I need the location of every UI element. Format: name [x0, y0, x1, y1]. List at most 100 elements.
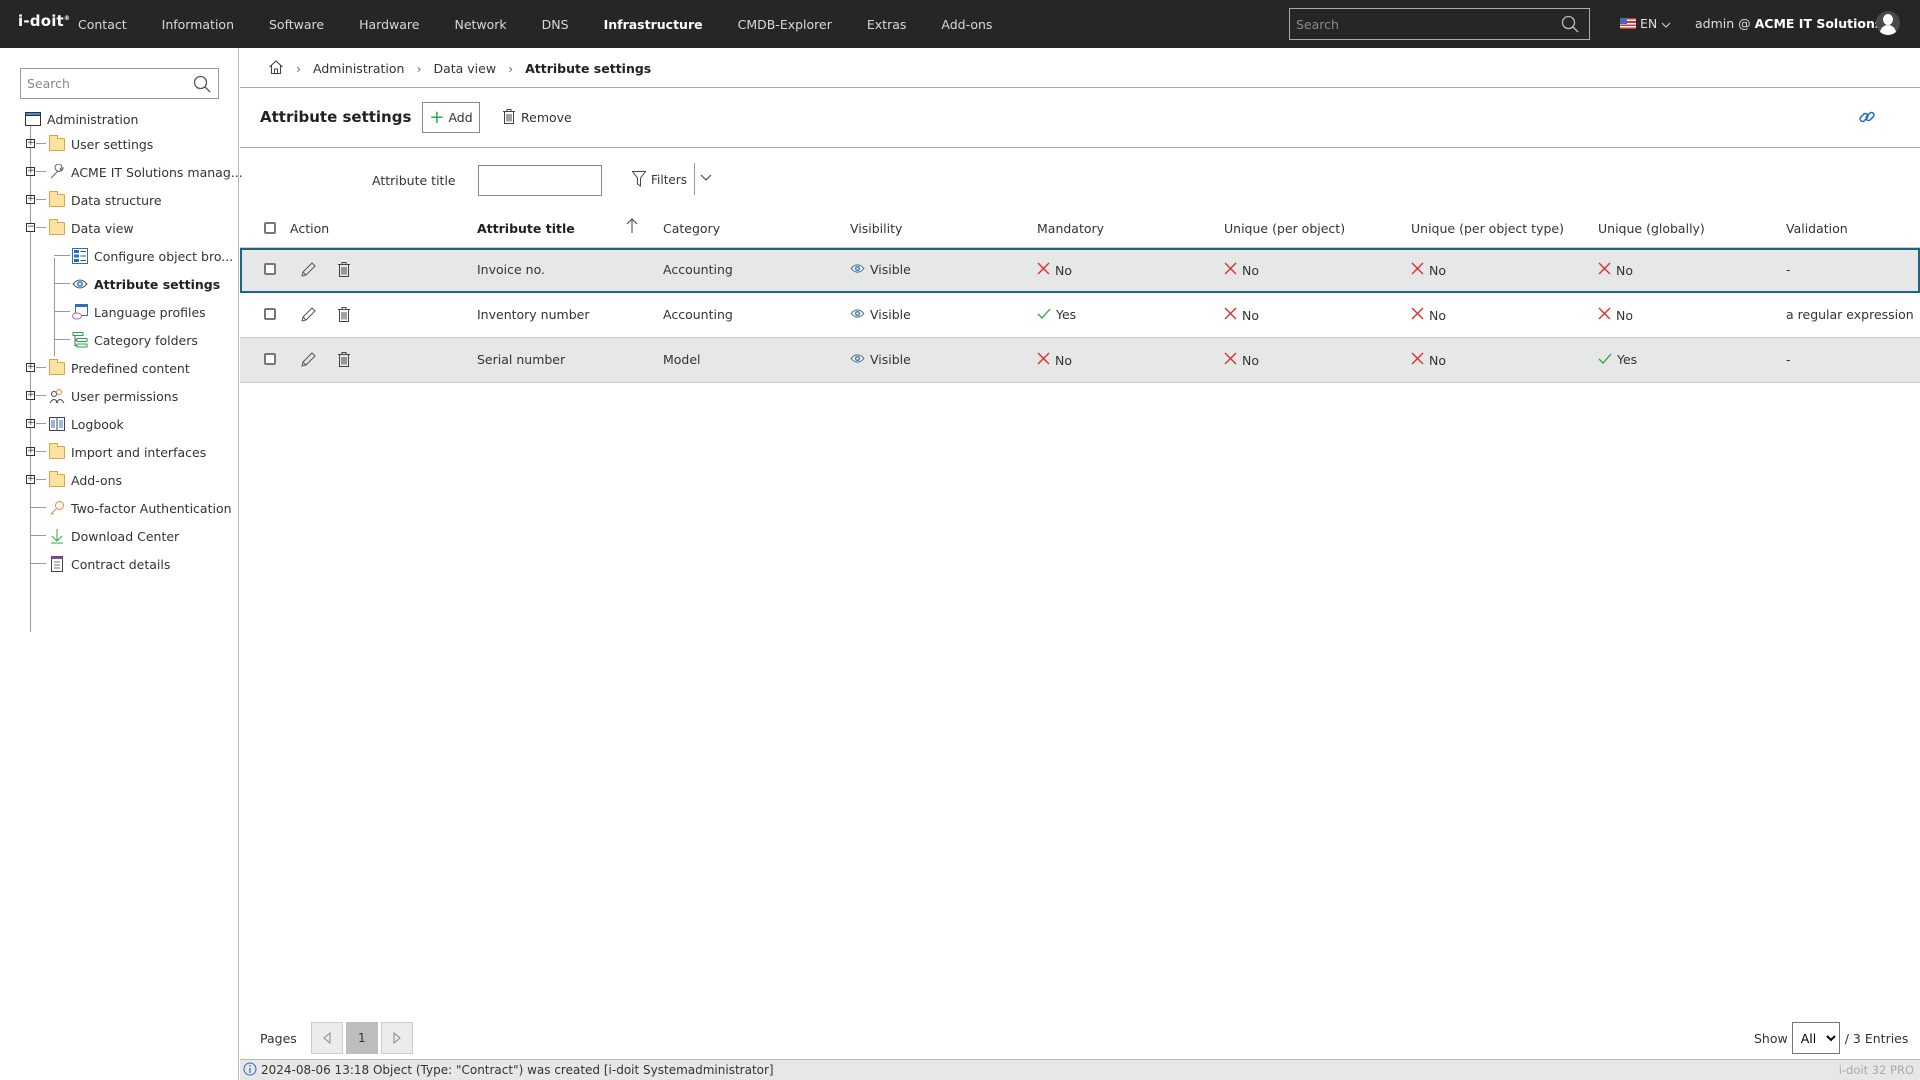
search-icon[interactable] — [193, 75, 211, 96]
nav-information[interactable]: Information — [162, 17, 234, 32]
expand-toggle[interactable]: + — [26, 447, 35, 456]
edit-icon[interactable] — [300, 262, 316, 281]
tree-item-download-center[interactable]: Download Center — [48, 525, 179, 547]
add-button[interactable]: + Add — [422, 102, 480, 133]
sort-ascending-icon[interactable] — [626, 218, 638, 237]
column-header-unique-per-object[interactable]: Unique (per object) — [1224, 221, 1345, 236]
link-icon[interactable] — [1858, 108, 1876, 129]
column-header-attribute-title[interactable]: Attribute title — [477, 221, 575, 236]
cell-visibility: Visible — [850, 262, 911, 277]
breadcrumb-data-view[interactable]: Data view — [433, 61, 496, 76]
column-header-visibility[interactable]: Visibility — [850, 221, 902, 236]
column-header-unique-globally[interactable]: Unique (globally) — [1598, 221, 1705, 236]
expand-toggle[interactable]: + — [26, 363, 35, 372]
cell-unique-per-object-type: No — [1411, 307, 1446, 323]
table-row[interactable]: Inventory number Accounting Visible Yes No No… — [240, 293, 1920, 338]
user-menu[interactable]: admin @ ACME IT Solutions — [1695, 16, 1882, 31]
row-checkbox[interactable] — [264, 308, 276, 320]
tree-item-logbook[interactable]: Logbook — [48, 413, 124, 435]
previous-page-button[interactable] — [310, 1022, 343, 1054]
edit-icon[interactable] — [300, 307, 316, 326]
breadcrumb-administration[interactable]: Administration — [313, 61, 404, 76]
tree-item-attribute-settings[interactable]: Attribute settings — [71, 273, 220, 295]
nav-infrastructure[interactable]: Infrastructure — [604, 17, 703, 32]
breadcrumb: › Administration › Data view › Attribute… — [268, 57, 651, 79]
nav-contact[interactable]: Contact — [78, 17, 127, 32]
cell-validation: - — [1786, 262, 1791, 277]
expand-toggle[interactable]: + — [26, 475, 35, 484]
avatar-icon[interactable] — [1876, 11, 1900, 35]
tree-line — [36, 143, 46, 144]
tree-line — [54, 255, 70, 256]
cross-icon — [1598, 262, 1611, 278]
nav-cmdb-explorer[interactable]: CMDB-Explorer — [738, 17, 832, 32]
nav-dns[interactable]: DNS — [542, 17, 569, 32]
folder-icon — [48, 190, 66, 208]
table-row[interactable]: Serial number Model Visible No No No Yes - — [240, 338, 1920, 383]
table-row[interactable]: Invoice no. Accounting Visible No No No No - — [240, 248, 1920, 293]
search-icon[interactable] — [1561, 15, 1579, 36]
expand-toggle[interactable]: + — [26, 139, 35, 148]
pagination: Pages 1 — [260, 1022, 416, 1054]
column-header-unique-per-object-type[interactable]: Unique (per object type) — [1411, 221, 1564, 236]
nav-hardware[interactable]: Hardware — [359, 17, 419, 32]
page-size-select[interactable]: All — [1791, 1022, 1840, 1054]
tree-root-administration[interactable]: Administration — [24, 108, 138, 130]
tree-item-two-factor-auth[interactable]: Two-factor Authentication — [48, 497, 232, 519]
collapse-toggle[interactable]: − — [26, 223, 35, 232]
nav-extras[interactable]: Extras — [867, 17, 907, 32]
sidebar-search-input[interactable] — [21, 76, 186, 91]
tree-item-language-profiles[interactable]: Language profiles — [71, 301, 206, 323]
select-all-checkbox[interactable] — [264, 222, 276, 234]
tree-item-add-ons[interactable]: Add-ons — [48, 469, 122, 491]
filters-button[interactable]: Filters — [631, 166, 687, 194]
info-icon — [243, 1062, 257, 1079]
i-doit-logo[interactable]: i-doit® — [18, 12, 70, 30]
tree-item-contract-details[interactable]: Contract details — [48, 553, 170, 575]
column-header-category[interactable]: Category — [663, 221, 720, 236]
tree-item-acme-management[interactable]: ACME IT Solutions manag... — [48, 161, 243, 183]
cell-visibility-text: Visible — [870, 352, 911, 367]
tree-item-category-folders[interactable]: Category folders — [71, 329, 198, 351]
tree-item-predefined-content[interactable]: Predefined content — [48, 357, 190, 379]
expand-toggle[interactable]: + — [26, 167, 35, 176]
status-message[interactable]: 2024-08-06 13:18 Object (Type: "Contract… — [261, 1063, 774, 1077]
home-icon[interactable] — [268, 59, 284, 78]
cross-icon — [1411, 262, 1424, 278]
language-selector[interactable]: EN — [1620, 16, 1671, 31]
cell-unique-globally-text: Yes — [1617, 352, 1638, 367]
cell-category: Accounting — [663, 307, 733, 322]
cell-unique-per-object-text: No — [1242, 352, 1259, 368]
cross-icon — [1224, 352, 1237, 368]
expand-toggle[interactable]: + — [26, 419, 35, 428]
global-search — [1289, 8, 1590, 40]
tree-item-user-permissions[interactable]: User permissions — [48, 385, 178, 407]
delete-icon[interactable] — [338, 352, 350, 370]
nav-software[interactable]: Software — [269, 17, 324, 32]
column-header-validation[interactable]: Validation — [1786, 221, 1848, 236]
tree-item-configure-object-browser[interactable]: Configure object bro... — [71, 245, 233, 267]
delete-icon[interactable] — [338, 262, 350, 280]
tree-item-data-structure[interactable]: Data structure — [48, 189, 162, 211]
column-header-mandatory[interactable]: Mandatory — [1037, 221, 1104, 236]
cell-unique-globally-text: No — [1616, 262, 1633, 278]
nav-add-ons[interactable]: Add-ons — [941, 17, 992, 32]
row-checkbox[interactable] — [264, 263, 276, 275]
chevron-down-icon[interactable] — [700, 170, 712, 185]
global-search-input[interactable] — [1290, 16, 1550, 32]
tree-item-user-settings[interactable]: User settings — [48, 133, 153, 155]
page-1-button[interactable]: 1 — [345, 1022, 378, 1054]
tenant-name: ACME IT Solutions — [1754, 16, 1883, 31]
cell-validation: a regular expression — [1786, 307, 1914, 322]
tree-item-import-interfaces[interactable]: Import and interfaces — [48, 441, 206, 463]
tree-item-data-view[interactable]: Data view — [48, 217, 134, 239]
remove-button[interactable]: Remove — [503, 102, 572, 133]
attribute-title-filter-input[interactable] — [478, 165, 602, 196]
expand-toggle[interactable]: + — [26, 195, 35, 204]
nav-network[interactable]: Network — [454, 17, 506, 32]
expand-toggle[interactable]: + — [26, 391, 35, 400]
edit-icon[interactable] — [300, 352, 316, 371]
next-page-button[interactable] — [380, 1022, 413, 1054]
delete-icon[interactable] — [338, 307, 350, 325]
row-checkbox[interactable] — [264, 353, 276, 365]
